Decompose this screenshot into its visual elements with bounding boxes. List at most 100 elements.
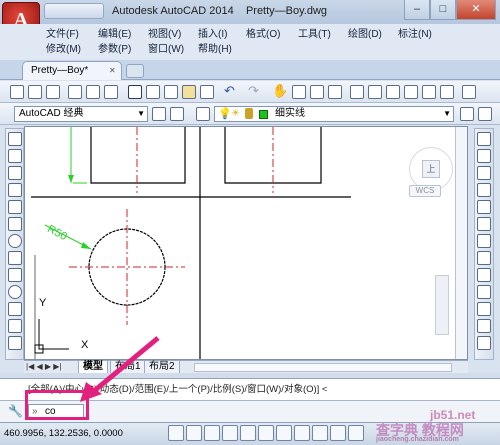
menu-insert[interactable]: 插入(I) — [198, 28, 227, 41]
close-button[interactable]: ✕ — [456, 0, 496, 20]
object-snap-icon[interactable] — [258, 425, 274, 441]
maximize-button[interactable]: □ — [430, 0, 456, 20]
make-block-icon[interactable] — [7, 336, 22, 350]
cut-icon[interactable] — [128, 85, 142, 99]
standard-toolbar: ↶ ↷ ✋ — [0, 81, 500, 103]
mirror-icon[interactable] — [477, 166, 491, 180]
zoom-realtime-icon[interactable] — [292, 85, 306, 99]
drawing-canvas[interactable]: R50 Y X 上 WCS — [24, 126, 468, 360]
revision-cloud-icon[interactable] — [7, 251, 22, 265]
polygon-icon[interactable] — [7, 183, 22, 197]
minimize-button[interactable]: – — [404, 0, 430, 20]
window-title: Autodesk AutoCAD 2014 Pretty—Boy.dwg — [112, 5, 327, 17]
ellipse-arc-icon[interactable] — [7, 302, 22, 316]
object-snap-tracking-icon[interactable] — [294, 425, 310, 441]
wcs-menu[interactable]: WCS — [409, 185, 441, 197]
design-center-icon[interactable] — [368, 85, 382, 99]
properties-icon[interactable] — [350, 85, 364, 99]
stretch-icon[interactable] — [477, 268, 491, 282]
menu-dimension[interactable]: 标注(N) — [398, 28, 432, 41]
trim-icon[interactable] — [477, 285, 491, 299]
file-tab-pretty-boy[interactable]: Pretty—Boy* ✕ — [22, 61, 122, 80]
circle-icon[interactable] — [7, 234, 22, 248]
viewcube-top-face[interactable]: 上 — [422, 160, 440, 178]
arc-icon[interactable] — [7, 217, 22, 231]
wrench-icon[interactable]: 🔧 — [8, 404, 23, 418]
zoom-window-icon[interactable] — [310, 85, 324, 99]
tool-palettes-icon[interactable] — [386, 85, 400, 99]
help-icon[interactable] — [462, 85, 476, 99]
spline-icon[interactable] — [7, 268, 22, 282]
scale-icon[interactable] — [477, 251, 491, 265]
infer-constraints-icon[interactable] — [168, 425, 184, 441]
menu-draw[interactable]: 绘图(D) — [348, 28, 382, 41]
redo-icon[interactable]: ↷ — [248, 83, 259, 99]
make-current-layer-icon[interactable] — [460, 107, 474, 121]
lock-icon — [245, 108, 253, 119]
menu-window[interactable]: 窗口(W) — [148, 43, 184, 56]
array-icon[interactable] — [477, 200, 491, 214]
publish-icon[interactable] — [104, 85, 118, 99]
erase-icon[interactable] — [477, 132, 491, 146]
workspace-settings-icon[interactable] — [152, 107, 166, 121]
snap-mode-icon[interactable] — [186, 425, 202, 441]
rotate-icon[interactable] — [477, 234, 491, 248]
copy-icon[interactable] — [146, 85, 160, 99]
ortho-mode-icon[interactable] — [222, 425, 238, 441]
navigation-bar[interactable] — [435, 275, 449, 335]
menu-modify[interactable]: 修改(M) — [46, 43, 81, 56]
offset-icon[interactable] — [477, 183, 491, 197]
customize-icon[interactable] — [170, 107, 184, 121]
menu-tools[interactable]: 工具(T) — [298, 28, 331, 41]
save-icon[interactable] — [46, 85, 60, 99]
menu-parametric[interactable]: 参数(P) — [98, 43, 131, 56]
paste-icon[interactable] — [164, 85, 178, 99]
grid-display-icon[interactable] — [204, 425, 220, 441]
dynamic-input-icon[interactable] — [330, 425, 346, 441]
quick-access-toolbar[interactable] — [44, 3, 104, 19]
new-tab-button[interactable] — [126, 64, 144, 78]
rectangle-icon[interactable] — [7, 200, 22, 214]
light-bulb-icon: 💡 — [218, 108, 232, 120]
polyline-icon[interactable] — [7, 166, 22, 180]
copy-object-icon[interactable] — [477, 149, 491, 163]
coordinates-readout[interactable]: 460.9956, 132.2536, 0.0000 — [4, 423, 123, 445]
horizontal-scrollbar[interactable] — [194, 363, 452, 372]
menu-help[interactable]: 帮助(H) — [198, 43, 232, 56]
line-icon[interactable] — [7, 132, 22, 146]
menu-view[interactable]: 视图(V) — [148, 28, 181, 41]
match-properties-icon[interactable] — [182, 85, 196, 99]
menu-file[interactable]: 文件(F) — [46, 28, 79, 41]
workspace-dropdown[interactable]: AutoCAD 经典 ▼ — [14, 106, 148, 122]
plot-preview-icon[interactable] — [86, 85, 100, 99]
insert-block-icon[interactable] — [7, 319, 22, 333]
dynamic-ucs-icon[interactable] — [312, 425, 328, 441]
break-icon[interactable] — [477, 319, 491, 333]
polar-tracking-icon[interactable] — [240, 425, 256, 441]
plot-icon[interactable] — [68, 85, 82, 99]
3d-object-snap-icon[interactable] — [276, 425, 292, 441]
block-editor-icon[interactable] — [200, 85, 214, 99]
layer-previous-icon[interactable] — [478, 107, 492, 121]
new-file-icon[interactable] — [10, 85, 24, 99]
extend-icon[interactable] — [477, 302, 491, 316]
menu-format[interactable]: 格式(O) — [246, 28, 280, 41]
zoom-previous-icon[interactable] — [328, 85, 342, 99]
quickcalc-icon[interactable] — [440, 85, 454, 99]
menu-edit[interactable]: 编辑(E) — [98, 28, 131, 41]
fillet-icon[interactable] — [477, 336, 491, 350]
lineweight-icon[interactable] — [348, 425, 364, 441]
tab-scroll-left-icon[interactable]: |◀ ◀ ▶ ▶| — [26, 362, 61, 371]
construction-line-icon[interactable] — [7, 149, 22, 163]
markup-icon[interactable] — [422, 85, 436, 99]
layer-dropdown[interactable]: 💡 ☀ 细实线 ▼ — [214, 106, 454, 122]
sheet-set-icon[interactable] — [404, 85, 418, 99]
pan-icon[interactable]: ✋ — [272, 83, 288, 99]
vertical-scrollbar[interactable] — [455, 127, 467, 359]
close-tab-icon[interactable]: ✕ — [109, 62, 116, 79]
undo-icon[interactable]: ↶ — [224, 83, 235, 99]
open-file-icon[interactable] — [28, 85, 42, 99]
ellipse-icon[interactable] — [7, 285, 22, 299]
layer-manager-icon[interactable] — [196, 107, 210, 121]
move-icon[interactable] — [477, 217, 491, 231]
